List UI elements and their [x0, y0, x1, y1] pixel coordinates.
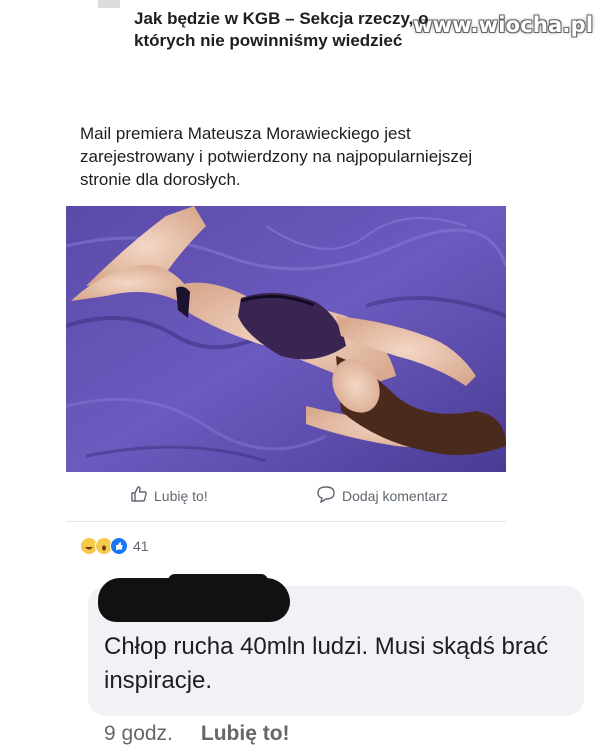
- post-photo[interactable]: [66, 206, 506, 472]
- comment-time[interactable]: 9 godz.: [104, 722, 173, 746]
- actions-divider: [66, 521, 506, 522]
- reaction-summary[interactable]: 41: [80, 537, 149, 555]
- thumbs-up-icon: [130, 485, 148, 506]
- reaction-count: 41: [133, 538, 149, 554]
- comment-text: Chłop rucha 40mln ludzi. Musi skądś brać…: [104, 633, 549, 694]
- like-button[interactable]: Lubię to!: [130, 485, 208, 506]
- like-icon: [110, 537, 128, 555]
- site-watermark: www.wiocha.pl: [413, 13, 594, 37]
- post-photo-image: [66, 206, 506, 472]
- redacted-commenter-name: [98, 578, 290, 622]
- top-edge-fragment: [98, 0, 120, 8]
- comment-meta: 9 godz. Lubię to!: [104, 722, 290, 746]
- group-title[interactable]: Jak będzie w KGB – Sekcja rzeczy, o któr…: [134, 8, 434, 52]
- post-actions-bar: Lubię to! Dodaj komentarz: [66, 480, 506, 520]
- speech-bubble-icon: [316, 485, 336, 506]
- like-button-label: Lubię to!: [154, 487, 208, 504]
- comment-button[interactable]: Dodaj komentarz: [316, 485, 448, 506]
- comment-button-label: Dodaj komentarz: [342, 487, 448, 504]
- post-text: Mail premiera Mateusza Morawieckiego jes…: [80, 124, 473, 189]
- comment-like-button[interactable]: Lubię to!: [201, 722, 290, 746]
